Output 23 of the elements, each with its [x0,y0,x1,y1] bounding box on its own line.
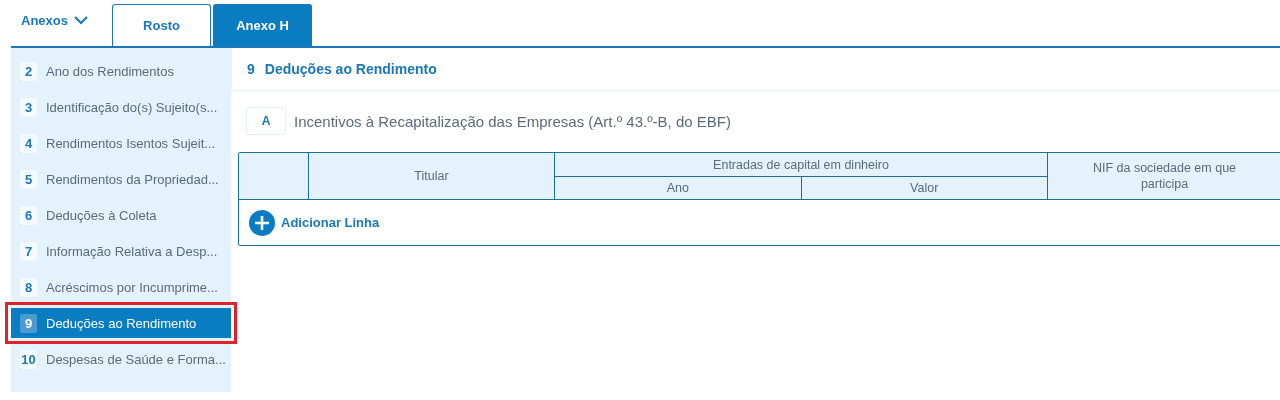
column-header: Ano [666,181,689,195]
subsection-letter: A [246,107,286,135]
tab[interactable]: Anexo H [213,4,312,46]
annexes-dropdown[interactable]: Anexos [11,0,112,46]
tab[interactable]: Rosto [112,4,211,46]
sidebar-item[interactable]: 6 Deduções à Coleta [11,197,231,233]
sidebar-item[interactable]: 7 Informação Relativa a Desp... [11,233,231,269]
section-number: 9 [247,61,255,77]
add-row-button[interactable]: Adicionar Linha [239,209,380,236]
sidebar-item[interactable]: 3 Identificação do(s) Sujeito(s... [11,89,231,125]
plus-circle-icon [249,209,275,236]
sidebar-item[interactable]: 10 Despesas de Saúde e Forma... [11,341,231,377]
column-header: Valor [910,181,939,195]
column-header: NIF da sociedade em que participa [1091,160,1238,192]
sidebar-item[interactable]: 8 Acréscimos por Incumprime... [11,269,231,305]
sidebar-item[interactable]: 2 Ano dos Rendimentos [11,53,231,89]
column-group-header: Entradas de capital em dinheiro [713,157,889,172]
section-title: Deduções ao Rendimento [264,61,437,77]
sidebar-item[interactable]: 4 Rendimentos Isentos Sujeit... [11,125,231,161]
subsection-title: Incentivos à Recapitalização das Empresas (Art.º 43.º-B, do EBF) [294,112,731,130]
chevron-down-icon [73,15,88,25]
column-header: Titular [414,169,449,183]
sidebar-item[interactable]: 5 Rendimentos da Propriedad... [11,161,231,197]
